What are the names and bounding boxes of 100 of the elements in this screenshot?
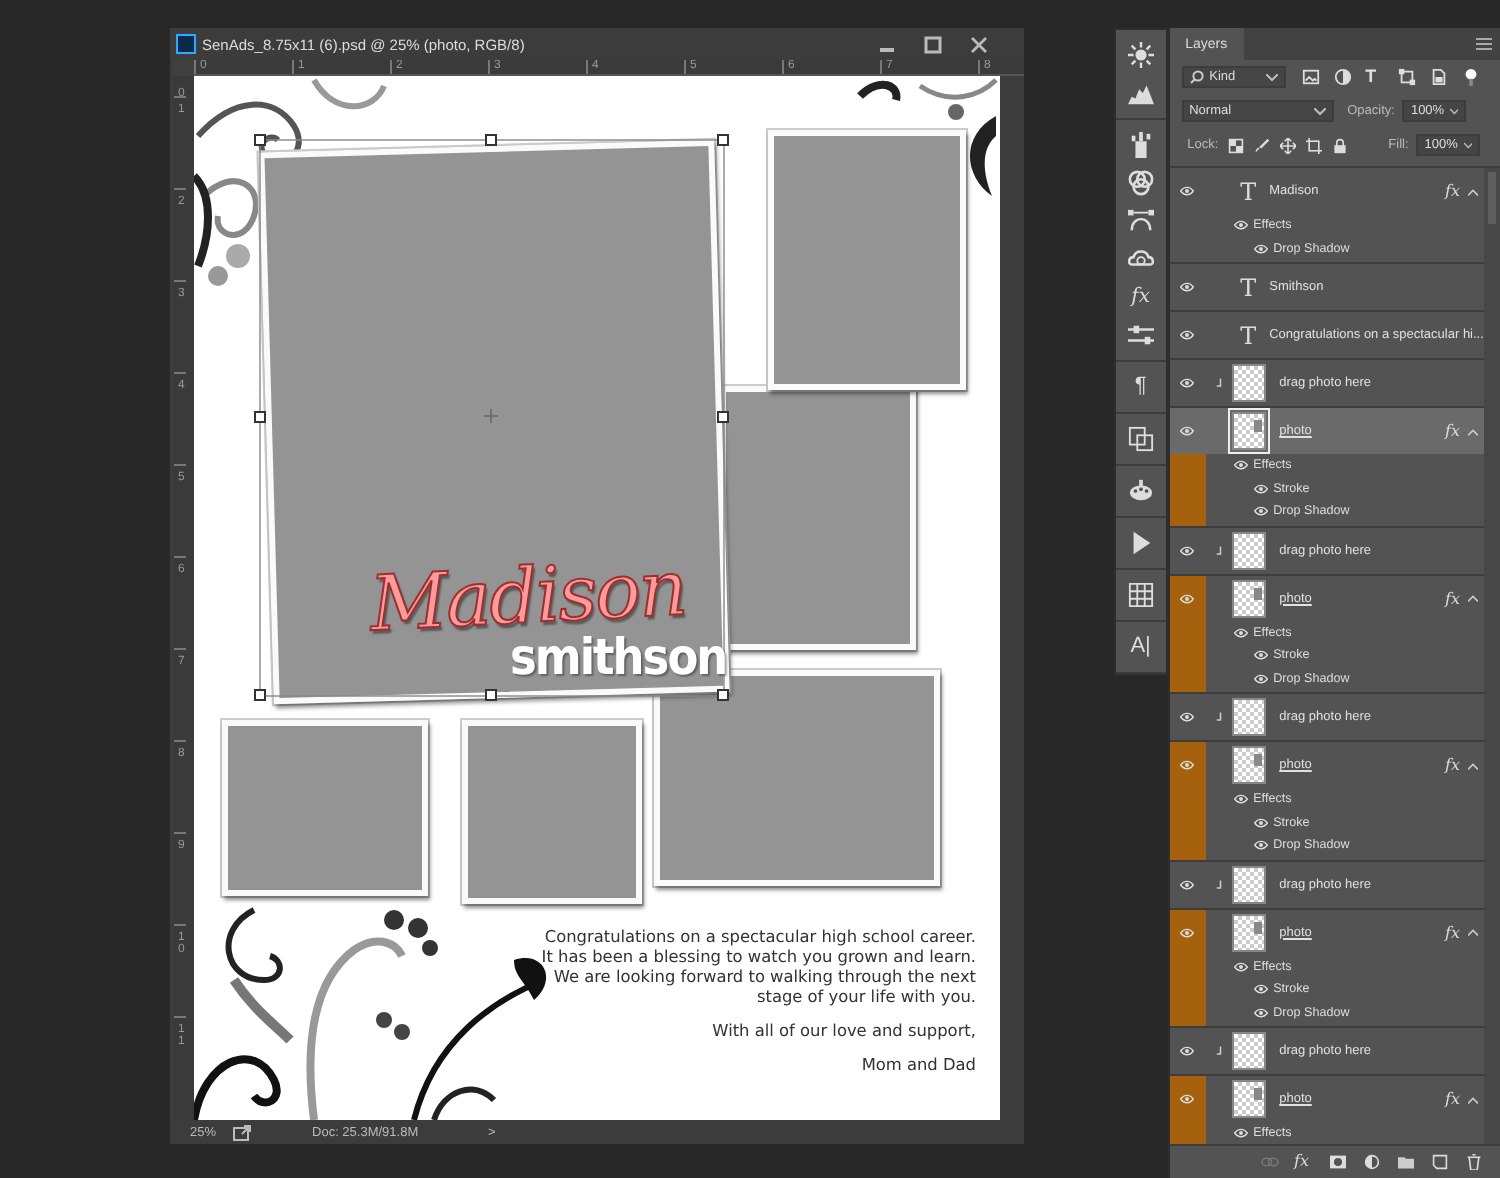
block-name-text: smithson [510,630,727,686]
eye-icon[interactable] [1253,817,1268,828]
message-text: It has been a blessing to watch you grown and learn. [539,946,976,966]
add-style-button[interactable]: fx [1294,1154,1314,1170]
brush-icon[interactable] [1254,137,1271,153]
brush-icon[interactable] [1127,132,1154,158]
eye-icon[interactable] [1253,984,1268,995]
caret-icon [1265,73,1278,81]
message-text: Mom and Dad [859,1054,976,1074]
cloud-library-icon[interactable] [1127,246,1154,272]
effects-indicator[interactable]: fx [1445,756,1460,774]
layer-thumbnail [1231,698,1266,736]
smart-object-filter-icon[interactable] [1429,68,1448,86]
eye-icon[interactable] [1253,673,1268,684]
close-icon[interactable] [970,35,988,53]
layer-thumbnail [1231,913,1266,951]
eye-icon[interactable] [1180,1046,1195,1056]
sliders-icon[interactable] [1127,322,1154,348]
effects-indicator[interactable]: fx [1445,1090,1460,1108]
caret-icon [1463,141,1473,149]
mask-icon[interactable] [1328,1154,1348,1170]
shape-filter-icon[interactable] [1397,68,1416,86]
layer-thumbnail [1231,1032,1266,1070]
eye-icon[interactable] [1233,961,1248,972]
eye-icon[interactable] [1253,483,1268,494]
collapse-icon[interactable] [1468,594,1478,602]
eye-icon[interactable] [1253,243,1268,254]
filter-toggle-icon[interactable] [1461,68,1480,86]
eye-icon[interactable] [1180,426,1195,436]
eye-icon[interactable] [1180,760,1195,770]
collapse-icon[interactable] [1468,187,1478,195]
message-text: We are looking forward to walking through the next stage of your life with you. [551,966,976,1006]
adjustment-icon[interactable] [1362,1154,1382,1170]
caret-icon [1313,107,1326,115]
menu-icon[interactable] [1476,38,1492,50]
lock-icon[interactable] [1332,137,1349,153]
type-layer-icon: T [1231,273,1266,301]
collapse-icon[interactable] [1468,928,1478,936]
effects-indicator[interactable]: fx [1445,923,1460,941]
message-text: Congratulations on a spectacular high school career. [542,926,976,946]
styles-icon[interactable]: fx [1131,284,1150,310]
eye-icon[interactable] [1180,879,1195,889]
caret-icon [1450,107,1459,115]
app-icon [176,34,196,54]
scrollbar[interactable] [1484,168,1500,1144]
search-icon [1189,70,1204,84]
layer-thumbnail [1231,746,1266,784]
eye-icon[interactable] [1253,506,1268,517]
lock-pixels-icon[interactable] [1228,137,1245,153]
eye-icon[interactable] [1233,1128,1248,1139]
palette-icon[interactable] [1127,478,1154,504]
effects-indicator[interactable]: fx [1445,422,1460,440]
eye-icon[interactable] [1180,330,1195,340]
effects-indicator[interactable]: fx [1445,589,1460,607]
circles-icon[interactable] [1127,170,1154,196]
eye-icon[interactable] [1180,545,1195,555]
character-styles-icon[interactable] [1127,426,1154,452]
histogram-icon[interactable] [1127,80,1154,106]
collapse-icon[interactable] [1468,1095,1478,1103]
adjustment-filter-icon[interactable] [1333,68,1352,86]
layer-thumbnail [1231,579,1266,617]
grid-icon[interactable] [1127,582,1154,608]
trash-icon[interactable] [1464,1154,1484,1170]
eye-icon[interactable] [1180,282,1195,292]
artboard-icon[interactable] [1306,137,1323,153]
type-filter-icon[interactable]: T [1365,68,1384,86]
export-icon[interactable] [232,1123,253,1141]
eye-icon[interactable] [1180,186,1195,196]
eye-icon[interactable] [1180,927,1195,937]
layer-thumbnail [1231,865,1266,903]
type-layer-icon: T [1231,321,1266,349]
layer-thumbnail [1231,1080,1266,1118]
eye-icon[interactable] [1253,1007,1268,1018]
image-filter-icon[interactable] [1301,68,1320,86]
collapse-icon[interactable] [1468,427,1478,435]
eye-icon[interactable] [1180,1094,1195,1104]
maximize-icon[interactable] [924,35,942,53]
eye-icon[interactable] [1233,460,1248,471]
move-icon[interactable] [1280,137,1297,153]
eye-icon[interactable] [1233,220,1248,231]
brightness-icon[interactable] [1127,42,1154,68]
collapse-icon[interactable] [1468,761,1478,769]
paragraph-icon[interactable]: ¶ [1134,374,1147,400]
eye-icon[interactable] [1180,712,1195,722]
eye-icon[interactable] [1233,627,1248,638]
eye-icon[interactable] [1180,378,1195,388]
eye-icon[interactable] [1180,593,1195,603]
layer-thumbnail [1231,531,1266,569]
type-layer-icon: T [1231,177,1266,205]
eye-icon[interactable] [1253,840,1268,851]
eye-icon[interactable] [1233,794,1248,805]
layer-thumbnail [1231,364,1266,402]
path-icon[interactable] [1127,208,1154,234]
new-layer-icon[interactable] [1430,1154,1450,1170]
eye-icon[interactable] [1253,650,1268,661]
message-text: With all of our love and support, [710,1020,976,1040]
layer-thumbnail [1231,412,1266,450]
effects-indicator[interactable]: fx [1445,182,1460,200]
character-icon[interactable]: A| [1130,634,1151,660]
folder-icon[interactable] [1396,1154,1416,1170]
